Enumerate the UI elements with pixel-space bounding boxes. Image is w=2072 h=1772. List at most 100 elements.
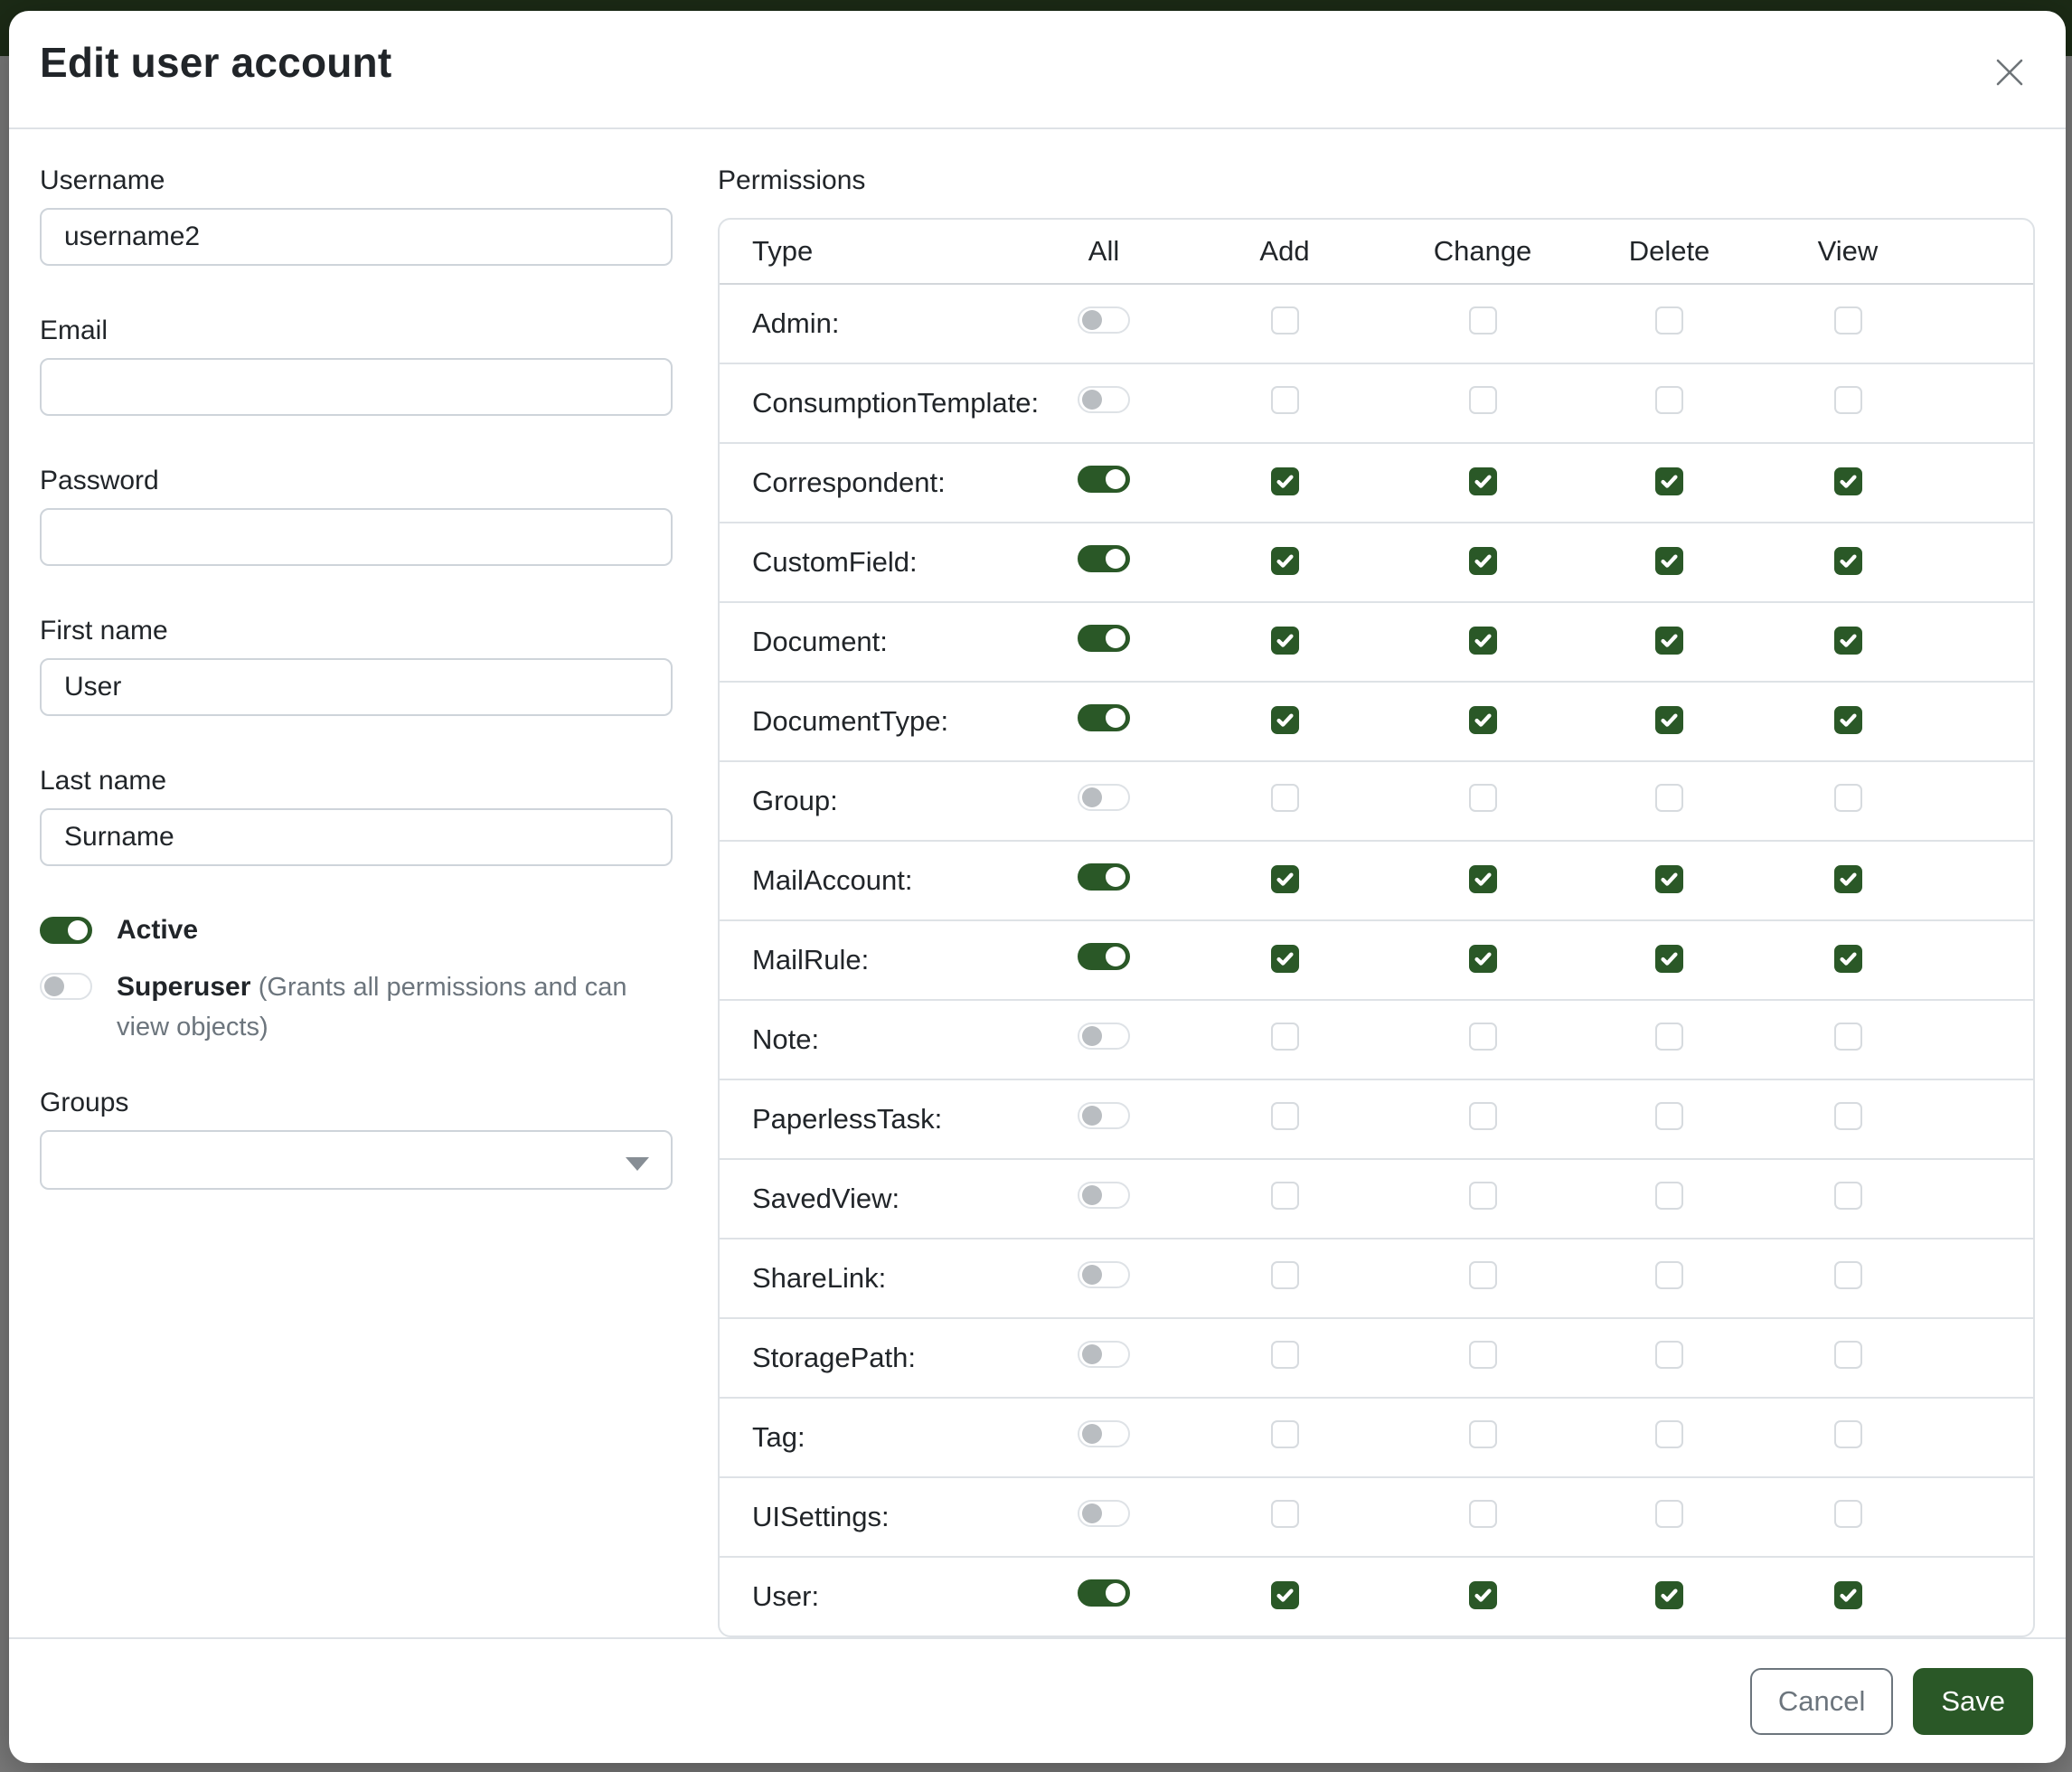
perm-consumptiontemplate-view-checkbox[interactable] (1834, 386, 1862, 414)
first-name-input[interactable] (40, 658, 673, 716)
groups-select[interactable] (40, 1130, 673, 1190)
perm-sharelink-all-toggle[interactable] (1078, 1261, 1130, 1288)
perm-documenttype-change-checkbox[interactable] (1469, 706, 1497, 734)
perm-tag-all-toggle[interactable] (1078, 1420, 1130, 1447)
perm-savedview-view-checkbox[interactable] (1834, 1182, 1862, 1210)
perm-admin-all-toggle[interactable] (1078, 306, 1130, 334)
perm-paperlesstask-delete-checkbox[interactable] (1655, 1102, 1683, 1130)
perm-uisettings-all-toggle[interactable] (1078, 1500, 1130, 1527)
perm-savedview-change-checkbox[interactable] (1469, 1182, 1497, 1210)
perm-group-delete-checkbox[interactable] (1655, 784, 1683, 812)
perm-note-delete-checkbox[interactable] (1655, 1023, 1683, 1051)
perm-documenttype-delete-checkbox[interactable] (1655, 706, 1683, 734)
perm-correspondent-add-checkbox[interactable] (1271, 467, 1299, 495)
perm-user-change-checkbox[interactable] (1469, 1581, 1497, 1609)
perm-uisettings-view-checkbox[interactable] (1834, 1500, 1862, 1528)
perm-sharelink-view-checkbox[interactable] (1834, 1261, 1862, 1289)
perm-admin-delete-checkbox[interactable] (1655, 306, 1683, 335)
close-icon (1994, 57, 2025, 88)
email-input[interactable] (40, 358, 673, 416)
close-button[interactable] (1988, 51, 2031, 94)
perm-group-view-checkbox[interactable] (1834, 784, 1862, 812)
perm-savedview-add-checkbox[interactable] (1271, 1182, 1299, 1210)
perm-cell-all (1078, 784, 1130, 818)
perm-customfield-all-toggle[interactable] (1078, 545, 1130, 572)
perm-uisettings-delete-checkbox[interactable] (1655, 1500, 1683, 1528)
perm-note-add-checkbox[interactable] (1271, 1023, 1299, 1051)
superuser-toggle[interactable] (40, 973, 92, 1000)
perm-consumptiontemplate-all-toggle[interactable] (1078, 386, 1130, 413)
perm-correspondent-view-checkbox[interactable] (1834, 467, 1862, 495)
perm-user-view-checkbox[interactable] (1834, 1581, 1862, 1609)
perm-note-change-checkbox[interactable] (1469, 1023, 1497, 1051)
perm-user-add-checkbox[interactable] (1271, 1581, 1299, 1609)
perm-storagepath-all-toggle[interactable] (1078, 1341, 1130, 1368)
perm-sharelink-add-checkbox[interactable] (1271, 1261, 1299, 1289)
perm-mailaccount-change-checkbox[interactable] (1469, 865, 1497, 893)
perm-note-view-checkbox[interactable] (1834, 1023, 1862, 1051)
perm-sharelink-change-checkbox[interactable] (1469, 1261, 1497, 1289)
username-input[interactable] (40, 208, 673, 266)
perm-mailaccount-add-checkbox[interactable] (1271, 865, 1299, 893)
perm-consumptiontemplate-change-checkbox[interactable] (1469, 386, 1497, 414)
perm-paperlesstask-add-checkbox[interactable] (1271, 1102, 1299, 1130)
perm-documenttype-all-toggle[interactable] (1078, 704, 1130, 731)
perm-consumptiontemplate-add-checkbox[interactable] (1271, 386, 1299, 414)
perm-correspondent-all-toggle[interactable] (1078, 466, 1130, 493)
password-input[interactable] (40, 508, 673, 566)
perm-mailrule-all-toggle[interactable] (1078, 943, 1130, 970)
last-name-input[interactable] (40, 808, 673, 866)
perm-savedview-all-toggle[interactable] (1078, 1182, 1130, 1209)
perm-correspondent-change-checkbox[interactable] (1469, 467, 1497, 495)
perm-mailrule-view-checkbox[interactable] (1834, 945, 1862, 973)
perm-document-add-checkbox[interactable] (1271, 627, 1299, 655)
perm-documenttype-view-checkbox[interactable] (1834, 706, 1862, 734)
perm-customfield-view-checkbox[interactable] (1834, 547, 1862, 575)
perm-user-all-toggle[interactable] (1078, 1579, 1130, 1607)
perm-type-label-note: Note: (720, 1023, 1027, 1056)
perm-document-change-checkbox[interactable] (1469, 627, 1497, 655)
perm-group-all-toggle[interactable] (1078, 784, 1130, 811)
perm-customfield-change-checkbox[interactable] (1469, 547, 1497, 575)
perm-note-all-toggle[interactable] (1078, 1023, 1130, 1050)
perm-sharelink-delete-checkbox[interactable] (1655, 1261, 1683, 1289)
perm-mailrule-change-checkbox[interactable] (1469, 945, 1497, 973)
perm-mailaccount-delete-checkbox[interactable] (1655, 865, 1683, 893)
cancel-button[interactable]: Cancel (1750, 1668, 1894, 1735)
perm-tag-delete-checkbox[interactable] (1655, 1420, 1683, 1448)
save-button[interactable]: Save (1913, 1668, 2033, 1735)
perm-paperlesstask-all-toggle[interactable] (1078, 1102, 1130, 1129)
perm-document-view-checkbox[interactable] (1834, 627, 1862, 655)
perm-user-delete-checkbox[interactable] (1655, 1581, 1683, 1609)
perm-mailrule-add-checkbox[interactable] (1271, 945, 1299, 973)
perm-mailrule-delete-checkbox[interactable] (1655, 945, 1683, 973)
perm-type-label-storagepath: StoragePath: (720, 1342, 1027, 1374)
perm-documenttype-add-checkbox[interactable] (1271, 706, 1299, 734)
perm-consumptiontemplate-delete-checkbox[interactable] (1655, 386, 1683, 414)
perm-tag-change-checkbox[interactable] (1469, 1420, 1497, 1448)
perm-mailaccount-all-toggle[interactable] (1078, 863, 1130, 891)
perm-storagepath-delete-checkbox[interactable] (1655, 1341, 1683, 1369)
perm-tag-add-checkbox[interactable] (1271, 1420, 1299, 1448)
perm-mailaccount-view-checkbox[interactable] (1834, 865, 1862, 893)
perm-group-add-checkbox[interactable] (1271, 784, 1299, 812)
perm-savedview-delete-checkbox[interactable] (1655, 1182, 1683, 1210)
perm-uisettings-add-checkbox[interactable] (1271, 1500, 1299, 1528)
perm-document-all-toggle[interactable] (1078, 625, 1130, 652)
perm-correspondent-delete-checkbox[interactable] (1655, 467, 1683, 495)
perm-document-delete-checkbox[interactable] (1655, 627, 1683, 655)
perm-paperlesstask-view-checkbox[interactable] (1834, 1102, 1862, 1130)
perm-customfield-add-checkbox[interactable] (1271, 547, 1299, 575)
perm-admin-view-checkbox[interactable] (1834, 306, 1862, 335)
perm-admin-change-checkbox[interactable] (1469, 306, 1497, 335)
perm-storagepath-add-checkbox[interactable] (1271, 1341, 1299, 1369)
perm-paperlesstask-change-checkbox[interactable] (1469, 1102, 1497, 1130)
perm-customfield-delete-checkbox[interactable] (1655, 547, 1683, 575)
perm-storagepath-change-checkbox[interactable] (1469, 1341, 1497, 1369)
perm-uisettings-change-checkbox[interactable] (1469, 1500, 1497, 1528)
perm-group-change-checkbox[interactable] (1469, 784, 1497, 812)
perm-tag-view-checkbox[interactable] (1834, 1420, 1862, 1448)
perm-storagepath-view-checkbox[interactable] (1834, 1341, 1862, 1369)
active-toggle[interactable] (40, 917, 92, 944)
perm-admin-add-checkbox[interactable] (1271, 306, 1299, 335)
